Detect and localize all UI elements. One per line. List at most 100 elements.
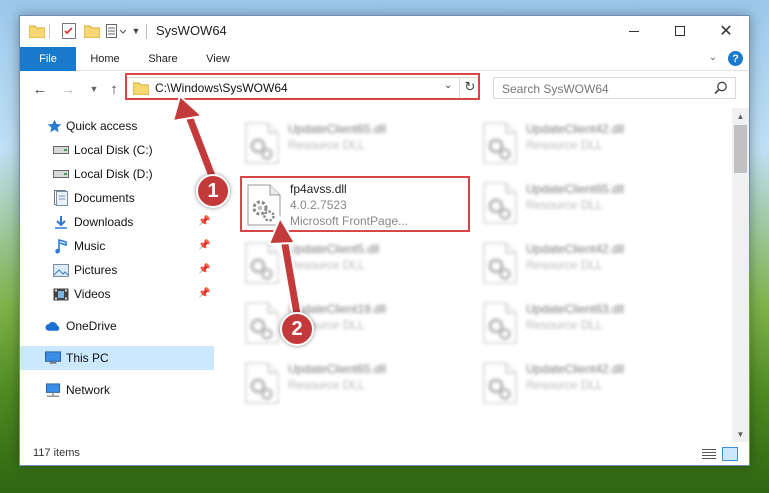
dll-file-icon [482,362,520,406]
star-icon [46,118,62,134]
tab-view[interactable]: View [196,47,240,71]
file-tile[interactable]: UpdateClient19.dll Resource DLL [240,296,470,350]
file-type: Resource DLL [288,258,365,272]
music-icon [53,238,69,254]
step-2-marker: 2 [280,312,314,346]
window-title: SysWOW64 [156,23,227,38]
view-options-icon[interactable] [105,22,127,40]
dll-file-icon [244,302,282,346]
file-type: Resource DLL [526,378,603,392]
sidebar-item-downloads[interactable]: Downloads 📌 [20,210,214,234]
customize-toolbar-icon[interactable]: ▼ [130,22,142,40]
properties-icon[interactable] [61,22,77,40]
pin-icon[interactable]: 📌 [198,288,210,300]
scroll-up-icon[interactable]: ▲ [732,108,749,124]
sidebar-item-quick-access[interactable]: Quick access [20,114,214,138]
close-icon: ✕ [719,23,733,40]
pin-icon[interactable]: 📌 [198,240,210,252]
tab-file[interactable]: File [20,47,76,71]
search-icon[interactable] [714,81,728,95]
sidebar-item-label: Local Disk (D:) [74,167,153,181]
file-name: UpdateClient65.dll [526,182,625,196]
minimize-icon [629,30,639,32]
dll-file-icon [244,362,282,406]
sidebar-item-label: Pictures [74,263,118,277]
sidebar-item-onedrive[interactable]: OneDrive [20,314,214,338]
file-type: Resource DLL [526,258,603,272]
sidebar-item-label: Documents [74,191,135,205]
computer-icon [45,350,61,366]
scroll-thumb[interactable] [734,125,747,173]
pin-icon[interactable]: 📌 [198,264,210,276]
up-arrow-icon[interactable]: ↑ [104,79,124,99]
file-tile[interactable]: UpdateClient65.dll Resource DLL [478,176,708,230]
large-icons-view-icon[interactable] [722,447,738,461]
maximize-button[interactable] [657,16,703,46]
file-tile[interactable]: UpdateClient65.dll Resource DLL [240,356,470,410]
dll-file-icon [244,122,282,166]
expand-ribbon-icon[interactable]: ⌄ [706,52,720,66]
sidebar-item-label: Music [74,239,106,253]
forward-arrow-icon[interactable]: → [58,79,78,99]
sidebar-item-videos[interactable]: Videos 📌 [20,282,214,306]
file-name: UpdateClient42.dll [526,242,625,256]
dll-file-icon [482,242,520,286]
folder-icon[interactable] [29,22,45,40]
file-name: UpdateClient65.dll [288,362,387,376]
file-tile[interactable]: UpdateClient42.dll Resource DLL [478,356,708,410]
address-bar-highlight [125,73,480,100]
back-arrow-icon[interactable]: ← [30,79,50,99]
sidebar-item-label: Quick access [66,119,138,133]
sidebar-item-pictures[interactable]: Pictures 📌 [20,258,214,282]
file-tile[interactable]: UpdateClient5.dll Resource DLL [240,236,470,290]
close-button[interactable]: ✕ [703,16,749,46]
ribbon-tabs: File Home Share View ⌄ ? [20,47,749,71]
drive-icon [53,142,69,158]
sidebar-item-documents[interactable]: Documents 📌 [20,186,214,210]
dll-file-icon [482,302,520,346]
file-type: Resource DLL [526,198,603,212]
sidebar-item-label: Downloads [74,215,134,229]
file-type: Resource DLL [288,378,365,392]
title-divider [146,24,147,39]
scroll-down-icon[interactable]: ▼ [732,426,749,442]
network-icon [45,382,61,398]
file-tile[interactable]: UpdateClient65.dll Resource DLL [240,116,470,170]
vertical-scrollbar[interactable]: ▲ ▼ [732,108,749,442]
download-icon [53,214,69,230]
search-input[interactable]: Search SysWOW64 [493,77,736,99]
step-1-marker: 1 [196,174,230,208]
file-name: UpdateClient42.dll [526,122,625,136]
file-tile[interactable]: UpdateClient63.dll Resource DLL [478,296,708,350]
sidebar-item-label: OneDrive [66,319,117,333]
sidebar-item-local-disk-d[interactable]: Local Disk (D:) [20,162,214,186]
tab-home[interactable]: Home [80,47,130,71]
file-tile[interactable]: UpdateClient42.dll Resource DLL [478,236,708,290]
quick-access-divider [49,24,50,38]
tab-share[interactable]: Share [140,47,186,71]
file-type: Resource DLL [526,138,603,152]
cloud-icon [45,318,61,334]
pin-icon[interactable]: 📌 [198,216,210,228]
item-count: 117 items [33,447,80,459]
search-placeholder: Search SysWOW64 [502,82,609,96]
file-name: UpdateClient65.dll [288,122,387,136]
sidebar-item-music[interactable]: Music 📌 [20,234,214,258]
videos-icon [53,286,69,302]
dll-file-icon [482,182,520,226]
sidebar-item-label: Network [66,383,111,397]
file-tile[interactable]: UpdateClient42.dll Resource DLL [478,116,708,170]
new-folder-icon[interactable] [84,22,100,40]
minimize-button[interactable] [611,16,657,46]
sidebar-item-network[interactable]: Network [20,378,214,402]
file-description: Microsoft FrontPage... [290,214,409,228]
sidebar-item-local-disk-c[interactable]: Local Disk (C:) [20,138,214,162]
recent-locations-icon[interactable]: ▼ [84,79,104,99]
maximize-icon [675,26,685,36]
navigation-pane: Quick access Local Disk (C:) Local Disk … [20,108,216,442]
file-version: 4.0.2.7523 [290,198,347,212]
sidebar-item-this-pc[interactable]: This PC [20,346,214,370]
details-view-icon[interactable] [702,448,716,460]
selected-file-tile[interactable]: fp4avss.dll 4.0.2.7523 Microsoft FrontPa… [240,176,470,232]
help-icon[interactable]: ? [728,51,743,66]
